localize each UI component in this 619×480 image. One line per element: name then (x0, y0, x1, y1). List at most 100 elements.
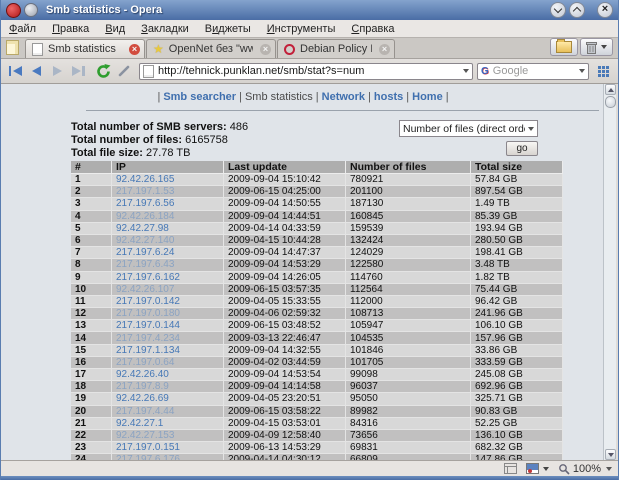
back-button[interactable] (26, 62, 46, 81)
cell-size: 325.71 GB (471, 393, 563, 406)
go-button[interactable]: go (506, 141, 538, 156)
ip-link[interactable]: 217.197.0.64 (116, 357, 174, 368)
table-row: 12 217.197.0.180 2009-04-06 02:59:32 108713… (71, 308, 563, 321)
search-dropdown-icon[interactable] (579, 69, 585, 73)
tab-close-button[interactable]: × (260, 43, 271, 55)
images-toggle-button[interactable] (525, 463, 549, 474)
maximize-button[interactable] (569, 2, 585, 18)
minimize-button[interactable] (550, 2, 566, 18)
ip-link[interactable]: 217.197.0.142 (116, 296, 180, 307)
ip-link[interactable]: 217.197.6.43 (116, 259, 174, 270)
scroll-up-button[interactable] (605, 84, 616, 95)
address-field[interactable]: http://tehnick.punklan.net/smb/stat?s=nu… (139, 62, 473, 80)
nav-network[interactable]: Network (322, 91, 365, 103)
cell-files: 201100 (346, 186, 471, 199)
cell-last-update: 2009-09-04 14:53:29 (224, 259, 346, 272)
search-field[interactable]: G Google (477, 62, 589, 80)
close-button[interactable]: × (597, 2, 613, 18)
new-tab-icon[interactable] (6, 40, 19, 55)
nav-smb-searcher[interactable]: Smb searcher (163, 91, 236, 103)
tab-1[interactable]: Smb statistics × (25, 39, 145, 58)
closed-tabs-button[interactable] (580, 38, 613, 56)
ip-link[interactable]: 92.42.27.98 (116, 223, 169, 234)
ip-link[interactable]: 217.197.4.234 (116, 333, 180, 344)
panel-toggle-button[interactable] (503, 463, 517, 474)
ip-link[interactable]: 217.197.1.134 (116, 345, 180, 356)
cell-ip: 217.197.4.234 (112, 332, 224, 345)
ip-link[interactable]: 92.42.26.107 (116, 284, 174, 295)
cell-index: 14 (71, 332, 112, 345)
cell-index: 23 (71, 442, 112, 455)
ip-link[interactable]: 92.42.26.40 (116, 369, 169, 380)
table-row: 6 92.42.27.140 2009-04-15 10:44:28 132424 28… (71, 234, 563, 248)
scroll-down-button[interactable] (605, 449, 616, 460)
back-icon (31, 66, 41, 76)
rewind-button[interactable] (5, 62, 25, 81)
cell-index: 15 (71, 344, 112, 357)
cell-size: 198.41 GB (471, 247, 563, 260)
page-content: | Smb searcher | Smb statistics | Network | hos… (1, 84, 605, 460)
ip-link[interactable]: 92.42.27.153 (116, 430, 174, 441)
menu-item-7[interactable]: Справка (343, 22, 402, 36)
ip-link[interactable]: 217.197.0.180 (116, 308, 180, 319)
cell-files: 73656 (346, 429, 471, 443)
scrollbar-thumb[interactable] (605, 96, 616, 108)
cell-size: 57.84 GB (471, 174, 563, 187)
ip-link[interactable]: 92.42.26.165 (116, 174, 174, 185)
zoom-dropdown-icon[interactable] (606, 466, 612, 471)
wand-button[interactable] (114, 62, 134, 81)
status-bar: 100% (1, 460, 618, 476)
reload-button[interactable] (93, 62, 113, 81)
ip-link[interactable]: 217.197.0.151 (116, 442, 180, 453)
tab-3[interactable]: Debian Policy Manual × (277, 39, 395, 58)
forward-button[interactable] (47, 62, 67, 81)
ip-link[interactable]: 217.197.6.24 (116, 247, 174, 258)
cell-files: 89982 (346, 405, 471, 418)
view-layout-button[interactable] (593, 62, 613, 81)
ip-link[interactable]: 92.42.27.1 (116, 418, 163, 429)
window-menu-icon[interactable] (24, 3, 38, 17)
menu-item-5[interactable]: Виджеты (197, 22, 259, 36)
cell-index: 20 (71, 405, 112, 418)
column-header-3: Number of files (346, 161, 471, 174)
fast-forward-button[interactable] (68, 62, 88, 81)
ip-link[interactable]: 92.42.27.140 (116, 235, 174, 246)
zoom-control[interactable]: 100% (558, 463, 612, 475)
cell-ip: 92.42.27.1 (112, 417, 224, 430)
ip-link[interactable]: 92.42.26.184 (116, 211, 174, 222)
url-text[interactable]: http://tehnick.punklan.net/smb/stat?s=nu… (158, 65, 460, 77)
cell-size: 1.82 TB (471, 271, 563, 284)
title-bar[interactable]: Smb statistics - Opera × (1, 0, 618, 20)
cell-files: 104535 (346, 332, 471, 345)
table-row: 19 92.42.26.69 2009-04-05 23:20:51 95050 325… (71, 393, 563, 406)
ip-link[interactable]: 217.197.6.56 (116, 198, 174, 209)
total-line: Total file size: 27.78 TB (71, 147, 191, 159)
cell-last-update: 2009-04-05 15:33:55 (224, 295, 346, 309)
menu-item-1[interactable]: Файл (1, 22, 44, 36)
sort-select[interactable]: Number of files (direct order) (399, 120, 538, 137)
cell-ip: 217.197.6.162 (112, 271, 224, 284)
debian-icon (284, 43, 295, 55)
table-row: 7 217.197.6.24 2009-09-04 14:47:37 124029 19… (71, 247, 563, 260)
ip-link[interactable]: 217.197.4.44 (116, 406, 174, 417)
ip-link[interactable]: 217.197.0.144 (116, 320, 180, 331)
tab-2[interactable]: ★ OpenNet без "www" - ... × (146, 39, 276, 58)
address-dropdown-icon[interactable] (463, 69, 469, 73)
nav-home[interactable]: Home (412, 91, 443, 103)
ip-link[interactable]: 92.42.26.69 (116, 393, 169, 404)
tab-close-button[interactable]: × (129, 43, 140, 55)
cell-size: 193.94 GB (471, 222, 563, 235)
menu-item-2[interactable]: Правка (44, 22, 97, 36)
panels-button[interactable] (550, 38, 578, 56)
nav-hosts[interactable]: hosts (374, 91, 403, 103)
ip-link[interactable]: 217.197.8.9 (116, 381, 169, 392)
tab-close-button[interactable]: × (379, 43, 390, 55)
search-placeholder[interactable]: Google (493, 65, 576, 77)
cell-size: 85.39 GB (471, 210, 563, 223)
vertical-scrollbar[interactable] (603, 84, 616, 460)
menu-item-6[interactable]: Инструменты (259, 22, 344, 36)
menu-item-3[interactable]: Вид (97, 22, 133, 36)
ip-link[interactable]: 217.197.6.162 (116, 272, 180, 283)
menu-item-4[interactable]: Закладки (133, 22, 197, 36)
ip-link[interactable]: 217.197.1.53 (116, 186, 174, 197)
